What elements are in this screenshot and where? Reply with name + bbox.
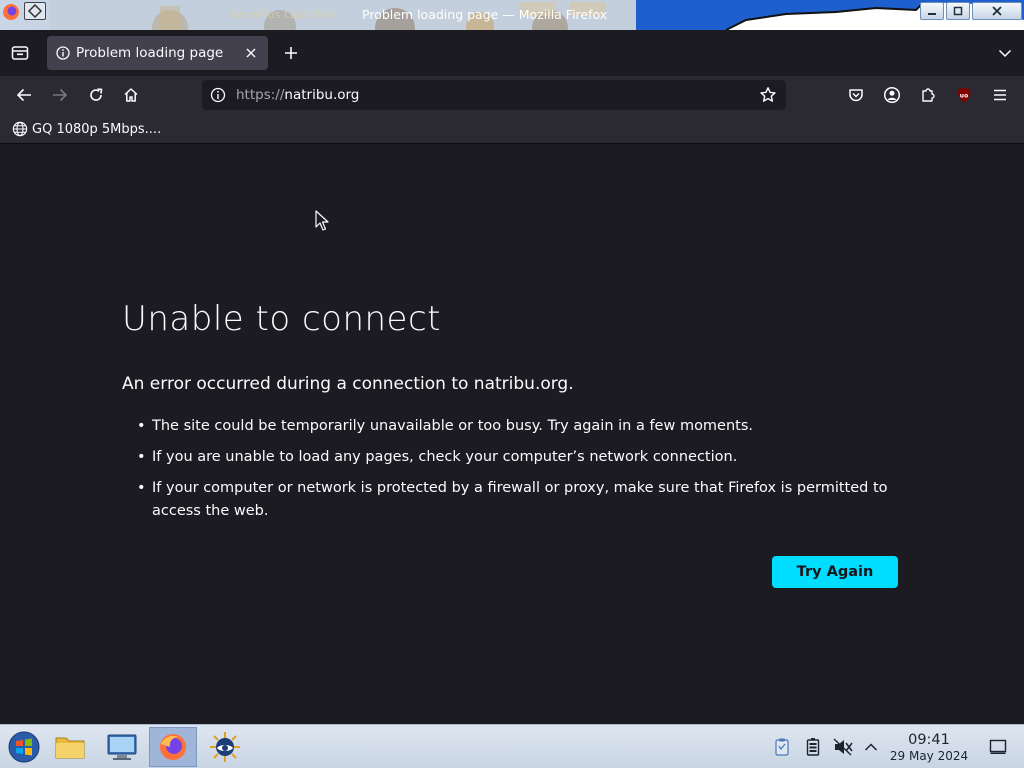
background-window-title: KevinPlus Launcher xyxy=(228,8,335,21)
bookmark-item[interactable]: GQ 1080p 5Mbps.... xyxy=(12,120,161,138)
hamburger-menu-icon xyxy=(994,89,1006,101)
account-icon xyxy=(883,86,901,104)
error-title: Unable to connect xyxy=(122,299,441,339)
svg-text:uo: uo xyxy=(960,92,968,99)
firefox-window-icon xyxy=(3,4,19,20)
start-menu-icon xyxy=(8,731,40,763)
home-button[interactable] xyxy=(117,82,145,108)
pocket-button[interactable] xyxy=(842,82,870,108)
home-icon xyxy=(124,88,138,102)
extensions-button[interactable] xyxy=(914,82,942,108)
close-icon xyxy=(246,48,256,58)
url-host: natribu.org xyxy=(284,87,360,103)
error-suggestions-list: The site could be temporarily unavailabl… xyxy=(137,415,907,531)
pocket-icon xyxy=(849,89,863,102)
taskbar-firefox[interactable] xyxy=(149,727,197,767)
bookmark-star-icon[interactable] xyxy=(759,86,777,104)
clock-date[interactable]: 29 May 2024 xyxy=(884,749,974,763)
new-tab-button[interactable] xyxy=(280,42,302,64)
show-desktop-button[interactable] xyxy=(988,737,1008,757)
mouse-pointer-icon xyxy=(315,210,329,231)
show-desktop-icon xyxy=(989,739,1007,754)
puzzle-icon xyxy=(922,88,935,102)
chevron-down-icon xyxy=(998,49,1012,58)
maximize-button[interactable] xyxy=(946,2,970,20)
window-title: Problem loading page — Mozilla Firefox xyxy=(362,7,608,22)
try-again-button[interactable]: Try Again xyxy=(772,556,898,588)
error-page: Unable to connect An error occurred duri… xyxy=(0,145,1024,724)
bookmarks-toolbar: GQ 1080p 5Mbps.... xyxy=(0,114,1024,144)
info-icon xyxy=(56,46,70,60)
globe-icon xyxy=(12,121,28,137)
url-scheme: https:// xyxy=(236,87,285,103)
chevron-up-icon xyxy=(864,743,878,751)
tab-strip: Problem loading page xyxy=(0,30,1024,76)
firefox-icon xyxy=(160,734,186,760)
reload-button[interactable] xyxy=(82,82,110,108)
taskbar: 09:41 29 May 2024 xyxy=(0,724,1024,768)
battery-tray-button[interactable] xyxy=(803,737,823,757)
error-short-description: An error occurred during a connection to… xyxy=(122,374,574,394)
volume-tray-button[interactable] xyxy=(833,737,853,757)
window-titlebar[interactable]: KevinPlus Launcher Problem loading page … xyxy=(0,0,1024,30)
clipboard-tray-button[interactable] xyxy=(772,737,792,757)
url-bar[interactable]: https://natribu.org xyxy=(202,80,786,110)
close-window-button[interactable] xyxy=(972,2,1022,20)
tab-problem-loading[interactable]: Problem loading page xyxy=(47,36,268,70)
forward-button[interactable] xyxy=(46,82,74,108)
screen: KevinPlus Launcher Problem loading page … xyxy=(0,0,1024,768)
firefox-view-icon xyxy=(11,46,29,60)
list-item: If your computer or network is protected… xyxy=(137,477,907,523)
url-text[interactable]: https://natribu.org xyxy=(236,87,359,103)
taskbar-system-settings[interactable] xyxy=(98,727,146,767)
arrow-left-icon xyxy=(16,88,31,102)
show-hidden-icons-button[interactable] xyxy=(861,737,881,757)
minimize-button[interactable] xyxy=(920,2,944,20)
bookmark-label: GQ 1080p 5Mbps.... xyxy=(32,121,162,137)
taskbar-file-manager[interactable] xyxy=(46,727,94,767)
site-info-icon[interactable] xyxy=(210,87,226,103)
window-menu-icon[interactable] xyxy=(24,2,46,20)
ublock-shield-icon: uo xyxy=(957,87,971,103)
ublock-origin-button[interactable]: uo xyxy=(950,82,978,108)
list-all-tabs-button[interactable] xyxy=(994,42,1016,64)
taskbar-kde-app[interactable] xyxy=(201,727,249,767)
back-button[interactable] xyxy=(10,82,38,108)
list-item: If you are unable to load any pages, che… xyxy=(137,446,907,469)
list-item: The site could be temporarily unavailabl… xyxy=(137,415,907,438)
reload-icon xyxy=(90,88,103,101)
kde-app-icon xyxy=(210,732,240,762)
clock-time[interactable]: 09:41 xyxy=(890,732,968,748)
tab-label: Problem loading page xyxy=(76,45,224,61)
clipboard-icon xyxy=(775,738,789,756)
start-menu-button[interactable] xyxy=(0,727,48,767)
battery-icon xyxy=(806,738,820,756)
plus-icon xyxy=(285,47,297,59)
file-manager-icon xyxy=(55,737,85,759)
firefox-view-button[interactable] xyxy=(6,40,34,66)
system-settings-icon xyxy=(107,734,137,760)
navigation-toolbar: https://natribu.org uo xyxy=(0,76,1024,114)
app-menu-button[interactable] xyxy=(986,82,1014,108)
account-button[interactable] xyxy=(878,82,906,108)
close-tab-button[interactable] xyxy=(243,45,259,61)
volume-muted-icon xyxy=(833,738,853,756)
arrow-right-icon xyxy=(53,88,68,102)
